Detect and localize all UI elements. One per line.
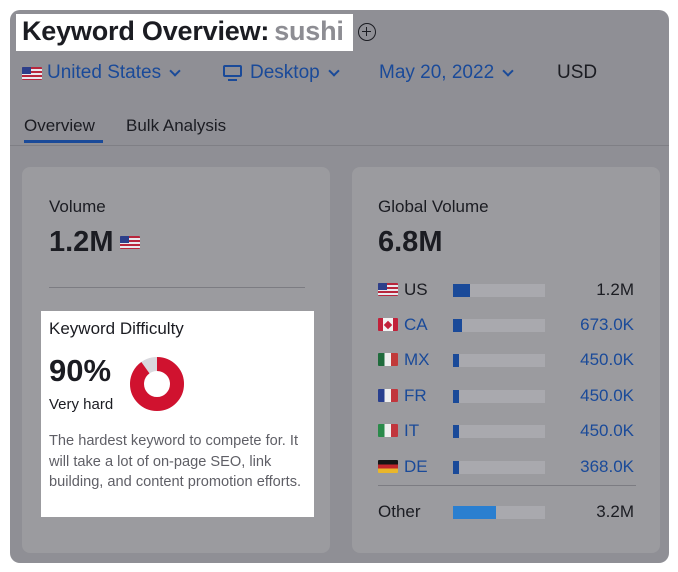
country-code: DE: [404, 457, 428, 476]
difficulty-donut-chart: [130, 357, 184, 411]
other-volume-bar: [453, 506, 497, 519]
country-row-us[interactable]: US 1.2M: [378, 279, 636, 301]
de-flag-icon: [378, 460, 398, 473]
volume-bar-track: [453, 354, 545, 367]
ca-flag-icon: [378, 318, 398, 331]
desktop-icon: [223, 64, 242, 82]
other-volume: 3.2M: [596, 502, 634, 521]
chevron-down-icon: [169, 64, 181, 77]
keyword-text: sushi: [274, 16, 344, 46]
volume-bar-track: [453, 461, 545, 474]
date-dropdown[interactable]: May 20, 2022: [379, 62, 514, 84]
us-flag-icon: [120, 236, 141, 249]
title-prefix: Keyword Overview:: [22, 16, 270, 46]
country-volume: 673.0K: [580, 315, 634, 334]
filter-bar: United States Desktop May 20, 2022 USD: [0, 62, 678, 86]
active-tab-indicator: [24, 140, 103, 143]
us-flag-icon: [22, 66, 42, 80]
country-code: FR: [404, 386, 427, 405]
keyword-difficulty-level: Very hard: [49, 396, 114, 413]
volume-bar-track: [453, 390, 545, 403]
volume-value-row: 1.2M: [49, 226, 141, 259]
volume-bar-track: [453, 284, 545, 297]
donut-fill: [130, 357, 184, 411]
volume-value: 1.2M: [49, 226, 114, 258]
date-label: May 20, 2022: [379, 62, 495, 83]
plus-circle-icon[interactable]: [358, 23, 376, 41]
country-code: MX: [404, 350, 430, 369]
us-flag-icon: [378, 283, 398, 296]
device-label: Desktop: [250, 62, 320, 83]
country-volume: 368.0K: [580, 457, 634, 476]
fr-flag-icon: [378, 389, 398, 402]
it-flag-icon: [378, 424, 398, 437]
other-divider: [378, 485, 636, 486]
country-row-de[interactable]: DE 368.0K: [378, 456, 636, 478]
tab-bulk-analysis[interactable]: Bulk Analysis: [126, 116, 226, 136]
country-volume: 450.0K: [580, 350, 634, 369]
keyword-difficulty-description: The hardest keyword to compete for. It w…: [49, 433, 302, 490]
keyword-difficulty-label: Keyword Difficulty: [49, 319, 184, 338]
volume-bar: [453, 425, 460, 438]
country-code: IT: [404, 421, 420, 440]
country-row-mx[interactable]: MX 450.0K: [378, 349, 636, 371]
tab-overview[interactable]: Overview: [24, 116, 95, 136]
chevron-down-icon: [328, 64, 340, 77]
country-label: United States: [47, 62, 162, 83]
country-row-it[interactable]: IT 450.0K: [378, 420, 636, 442]
chevron-down-icon: [502, 64, 514, 77]
volume-bar: [453, 319, 463, 332]
country-row-ca[interactable]: CA 673.0K: [378, 314, 636, 336]
volume-bar: [453, 354, 460, 367]
volume-bar: [453, 461, 459, 474]
country-code: US: [404, 280, 428, 299]
volume-bar-track: [453, 425, 545, 438]
country-dropdown[interactable]: United States: [22, 62, 181, 84]
country-row-fr[interactable]: FR 450.0K: [378, 385, 636, 407]
country-volume: 1.2M: [596, 280, 634, 299]
volume-label: Volume: [49, 197, 106, 216]
volume-bar-track: [453, 319, 545, 332]
mx-flag-icon: [378, 353, 398, 366]
global-volume-value: 6.8M: [378, 226, 443, 258]
other-label: Other: [378, 502, 421, 521]
volume-bar: [453, 284, 470, 297]
other-volume-row: Other 3.2M: [378, 501, 636, 523]
country-code: CA: [404, 315, 428, 334]
volume-bar-track: [453, 506, 545, 519]
country-volume: 450.0K: [580, 386, 634, 405]
device-dropdown[interactable]: Desktop: [223, 62, 340, 84]
page-title: Keyword Overview: sushi: [22, 16, 344, 47]
currency-label: USD: [557, 62, 598, 83]
tab-divider: [10, 145, 669, 146]
volume-bar: [453, 390, 460, 403]
volume-divider: [49, 287, 305, 288]
keyword-difficulty-value: 90%: [49, 353, 112, 388]
country-volume: 450.0K: [580, 421, 634, 440]
global-volume-label: Global Volume: [378, 197, 489, 216]
